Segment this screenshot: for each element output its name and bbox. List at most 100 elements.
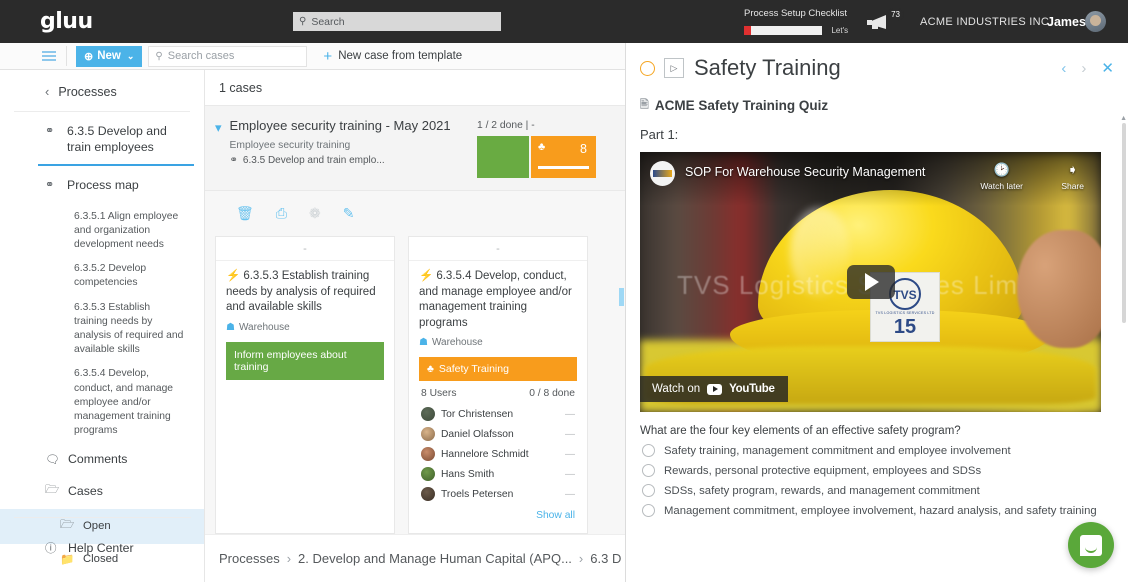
play-button[interactable]: ▷ (664, 58, 684, 78)
step-tag-label: Warehouse (431, 337, 483, 349)
new-button-label: New (97, 50, 121, 62)
checklist-label: Process Setup Checklist (744, 8, 847, 19)
intercom-chat-button[interactable] (1068, 522, 1114, 568)
user-name: Tor Christensen (441, 408, 514, 420)
safety-training-label: Safety Training (438, 363, 509, 376)
new-case-button[interactable]: ⊕ New ⌄ (76, 45, 143, 67)
chevron-left-icon: ‹ (45, 84, 50, 99)
share-button[interactable]: ➧ Share (1061, 162, 1084, 191)
new-case-from-template-button[interactable]: + New case from template (323, 49, 462, 64)
sidebar-item-label: Cases (68, 484, 103, 498)
breadcrumb: Processes › 2. Develop and Manage Human … (205, 534, 625, 582)
megaphone-badge: 73 (887, 8, 904, 21)
sidebar-back-processes[interactable]: ‹ Processes (0, 70, 204, 111)
user-status: — (565, 448, 575, 460)
sidebar-process-map-label: Process map (67, 178, 139, 193)
case-list-panel: 1 cases ▾ Employee security training - M… (205, 70, 625, 582)
search-cases-input[interactable]: ⚲ Search cases (148, 45, 308, 67)
list-item[interactable]: Hannelore Schmidt — (419, 444, 577, 464)
watch-later-button[interactable]: 🕑 Watch later (980, 162, 1023, 191)
previous-icon[interactable]: ‹ (1061, 60, 1066, 77)
sidebar-subitem-1[interactable]: 6.3.5.1 Align employee and organization … (0, 205, 204, 258)
case-info: Employee security training - May 2021 Em… (230, 118, 469, 178)
watch-on-youtube-button[interactable]: Watch on YouTube (640, 376, 788, 402)
scroll-up-arrow-icon[interactable]: ▲ (1120, 115, 1127, 122)
sidebar-subitem-4[interactable]: 6.3.5.4 Develop, conduct, and manage emp… (0, 362, 204, 443)
case-step-card[interactable]: - ⚡ 6.3.5.4 Develop, conduct, and manage … (408, 236, 588, 535)
panel-resize-handle[interactable] (619, 288, 624, 306)
safety-training-task-header[interactable]: ♣ Safety Training (419, 357, 577, 382)
sidebar-item-process[interactable]: ⚭ 6.3.5 Develop and train employees (0, 112, 204, 167)
megaphone-icon[interactable]: 73 (866, 8, 904, 33)
process-icon: ⚭ (229, 154, 238, 166)
panel-scrollbar[interactable] (1122, 123, 1126, 323)
user-name[interactable]: James (1047, 15, 1086, 29)
breadcrumb-separator: › (578, 551, 584, 566)
sidebar-subitem-3[interactable]: 6.3.5.3 Establish training needs by anal… (0, 296, 204, 363)
channel-avatar[interactable] (650, 161, 675, 186)
task-detail-panel: ▷ Safety Training ‹ › ✕ 🖹 ACME Safety Tr… (625, 43, 1128, 582)
list-item[interactable]: Hans Smith — (419, 464, 577, 484)
youtube-video-embed[interactable]: TVS Logistics Services Limited TVS TVS L… (640, 152, 1101, 412)
company-name: ACME INDUSTRIES INC. (920, 16, 1053, 28)
show-all-link[interactable]: Show all (419, 504, 577, 523)
radio-button-icon[interactable] (642, 504, 655, 517)
status-circle-icon[interactable] (640, 60, 655, 76)
global-search-input[interactable]: ⚲ Search (293, 12, 501, 31)
search-icon: ⚲ (155, 50, 163, 62)
next-icon[interactable]: › (1081, 60, 1086, 77)
folder-icon: 🗁 (45, 483, 60, 496)
quiz-question: What are the four key elements of an eff… (640, 425, 961, 437)
print-icon[interactable]: ⎙ (276, 205, 287, 222)
users-icon: ♣ (427, 363, 434, 376)
case-card[interactable]: ▾ Employee security training - May 2021 … (205, 105, 625, 191)
quiz-option-2[interactable]: Rewards, personal protective equipment, … (626, 457, 1128, 477)
user-name: Hans Smith (441, 468, 495, 480)
case-step-card[interactable]: - ⚡ 6.3.5.3 Establish training needs by a… (215, 236, 395, 535)
quiz-option-4[interactable]: Management commitment, employee involvem… (626, 497, 1128, 517)
sidebar-item-process-map[interactable]: ⚭ Process map (0, 166, 204, 204)
share-icon[interactable]: ❁ (309, 205, 321, 222)
user-avatar[interactable] (1085, 11, 1106, 32)
progress-block-pending[interactable]: ♣ 8 (531, 136, 596, 178)
sidebar-item-comments[interactable]: 🗨 Comments (0, 444, 204, 474)
avatar (421, 427, 435, 442)
edit-icon[interactable]: ✎ (343, 205, 355, 222)
quiz-title: 🖹 ACME Safety Training Quiz (626, 85, 1128, 115)
progress-block-done[interactable] (477, 136, 529, 178)
close-icon[interactable]: ✕ (1101, 59, 1114, 77)
quiz-option-1[interactable]: Safety training, management commitment a… (626, 437, 1128, 457)
breadcrumb-item[interactable]: Processes (219, 551, 280, 566)
breadcrumb-item[interactable]: 2. Develop and Manage Human Capital (APQ… (298, 551, 572, 566)
step-title-text: 6.3.5.3 Establish training needs by anal… (226, 270, 376, 314)
menu-toggle-icon[interactable] (42, 49, 56, 64)
radio-button-icon[interactable] (642, 464, 655, 477)
new-case-from-template-label: New case from template (338, 50, 463, 62)
list-item[interactable]: Troels Petersen — (419, 484, 577, 504)
plus-circle-icon: ⊕ (84, 50, 94, 63)
list-item[interactable]: Daniel Olafsson — (419, 424, 577, 444)
sidebar-divider (14, 517, 191, 518)
sidebar-subitem-2[interactable]: 6.3.5.2 Develop competencies (0, 257, 204, 295)
step-body: ⚡ 6.3.5.3 Establish training needs by ana… (216, 261, 394, 390)
sidebar-item-help-center[interactable]: ⓘ Help Center (0, 532, 204, 564)
sidebar-item-case-templates[interactable]: 🗃 Case templates (0, 574, 204, 582)
video-title[interactable]: SOP For Warehouse Security Management (685, 165, 925, 179)
delete-icon[interactable]: 🗑 (236, 205, 254, 222)
panel-navigation: ‹ › ✕ (1061, 59, 1114, 78)
gluu-logo[interactable]: gluu (40, 9, 93, 34)
youtube-icon (707, 383, 723, 395)
step-title: ⚡ 6.3.5.4 Develop, conduct, and manage em… (419, 269, 577, 331)
radio-button-icon[interactable] (642, 444, 655, 457)
pending-count: 8 (580, 142, 587, 156)
sidebar-item-cases[interactable]: 🗁 Cases (0, 474, 204, 509)
video-play-button[interactable] (846, 265, 895, 299)
list-item[interactable]: Tor Christensen — (419, 404, 577, 424)
breadcrumb-item[interactable]: 6.3 D (590, 551, 621, 566)
radio-button-icon[interactable] (642, 484, 655, 497)
step-action-button[interactable]: Inform employees about training (226, 341, 384, 380)
quiz-option-3[interactable]: SDSs, safety program, rewards, and manag… (626, 477, 1128, 497)
chevron-down-icon[interactable]: ▾ (215, 120, 222, 178)
left-sidebar: ‹ Processes ⚭ 6.3.5 Develop and train em… (0, 70, 205, 582)
panel-header: ▷ Safety Training ‹ › ✕ (626, 43, 1128, 85)
